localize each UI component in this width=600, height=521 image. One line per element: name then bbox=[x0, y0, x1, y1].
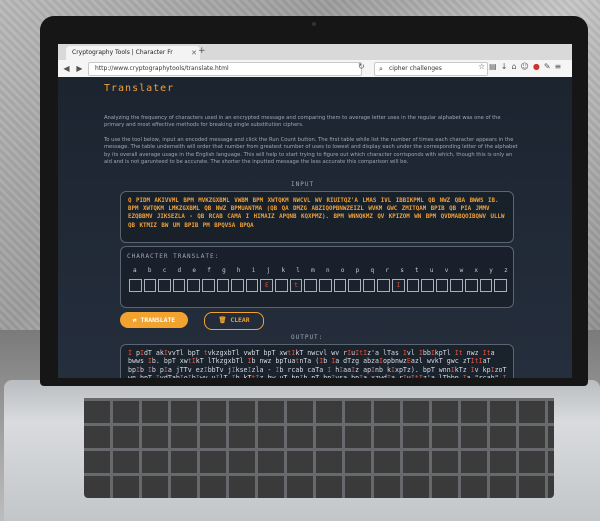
addon-icon[interactable]: ● bbox=[533, 62, 544, 71]
output-box: I pIdT akIvvTl bpT tvkzgxbTl vwbT bpT xw… bbox=[120, 344, 514, 378]
alphabet-letter: u bbox=[429, 267, 434, 274]
alphabet-letter: c bbox=[162, 267, 167, 274]
alphabet-letter: a bbox=[133, 267, 137, 274]
translation-cell-t[interactable] bbox=[406, 279, 420, 292]
translation-cell-r[interactable] bbox=[377, 279, 390, 292]
search-query: cipher challenges bbox=[389, 65, 442, 72]
translation-cells: Et I bbox=[129, 279, 507, 292]
tab-title: Cryptography Tools | Character Fr bbox=[72, 49, 173, 56]
translation-cell-f[interactable] bbox=[202, 279, 215, 292]
input-box[interactable]: Q PIDM AKIVVML BPM MVKZGXBML VWBM BPM XW… bbox=[120, 191, 514, 243]
extension-icon[interactable]: ✎ bbox=[544, 62, 555, 71]
translation-cell-e[interactable] bbox=[187, 279, 201, 292]
alphabet-letter: v bbox=[444, 267, 449, 274]
translation-cell-l[interactable]: t bbox=[289, 279, 303, 292]
alphabet-row: a b c d e f g h i j k l m n o p q r s t u v w x y z bbox=[133, 267, 508, 274]
browser-tab-strip: Cryptography Tools | Character Fr ✕ + bbox=[58, 44, 572, 60]
alphabet-letter: k bbox=[281, 267, 286, 274]
translation-cell-w[interactable] bbox=[450, 279, 464, 292]
translation-cell-p[interactable] bbox=[348, 279, 361, 292]
translation-cell-a[interactable] bbox=[129, 279, 142, 292]
page-content: Translater Analyzing the frequency of ch… bbox=[58, 77, 572, 378]
alphabet-letter: e bbox=[192, 267, 196, 274]
search-input[interactable]: ⌕ cipher challenges bbox=[374, 62, 488, 76]
home-icon[interactable]: ⌂ bbox=[511, 62, 520, 71]
laptop-bezel: Cryptography Tools | Character Fr ✕ + ◀ … bbox=[40, 16, 588, 386]
alphabet-letter: z bbox=[504, 267, 508, 274]
alphabet-letter: x bbox=[474, 267, 479, 274]
trash-icon: 🗑 bbox=[218, 316, 231, 324]
alphabet-letter: q bbox=[370, 267, 375, 274]
reader-icon[interactable]: ▤ bbox=[489, 62, 501, 71]
star-icon[interactable]: ☆ bbox=[478, 62, 489, 71]
laptop-screen: Cryptography Tools | Character Fr ✕ + ◀ … bbox=[58, 44, 572, 378]
laptop-base bbox=[4, 380, 600, 521]
translation-cell-y[interactable] bbox=[479, 279, 493, 292]
alphabet-letter: b bbox=[147, 267, 152, 274]
output-text: I pIdT akIvvTl bpT tvkzgxbTl vwbT bpT xw… bbox=[128, 349, 507, 378]
translation-cell-c[interactable] bbox=[158, 279, 171, 292]
share-icon[interactable]: ☺ bbox=[521, 62, 533, 71]
translation-cell-d[interactable] bbox=[172, 279, 186, 292]
character-translate-label: CHARACTER TRANSLATE: bbox=[127, 253, 220, 260]
alphabet-letter: m bbox=[311, 267, 315, 274]
clear-label: CLEAR bbox=[230, 316, 250, 324]
laptop-keyboard bbox=[84, 398, 554, 498]
search-icon: ⌕ bbox=[379, 65, 383, 73]
translation-cell-h[interactable] bbox=[231, 279, 244, 292]
alphabet-letter: l bbox=[296, 267, 300, 274]
output-label: OUTPUT: bbox=[291, 334, 324, 341]
download-icon[interactable]: ↓ bbox=[501, 62, 512, 71]
translate-button[interactable]: ⇄ TRANSLATE bbox=[120, 312, 188, 328]
alphabet-letter: i bbox=[251, 267, 256, 274]
instructions-paragraph: To use the tool below, input an encoded … bbox=[104, 137, 518, 166]
clear-button[interactable]: 🗑 CLEAR bbox=[204, 312, 264, 330]
translation-cell-m[interactable] bbox=[304, 279, 317, 292]
back-icon[interactable]: ◀ bbox=[60, 62, 73, 75]
translation-cell-k[interactable] bbox=[275, 279, 288, 292]
input-text: Q PIDM AKIVVML BPM MVKZGXBML VWBM BPM XW… bbox=[128, 198, 505, 229]
translation-cell-o[interactable] bbox=[333, 279, 347, 292]
browser-tab[interactable]: Cryptography Tools | Character Fr ✕ bbox=[66, 46, 200, 60]
translation-cell-i[interactable] bbox=[245, 279, 259, 292]
translation-cell-u[interactable] bbox=[421, 279, 434, 292]
alphabet-letter: j bbox=[266, 267, 271, 274]
input-label: INPUT bbox=[291, 181, 315, 188]
alphabet-letter: f bbox=[207, 267, 211, 274]
browser-tools: ☆▤↓⌂☺●✎≡ bbox=[478, 62, 565, 71]
alphabet-letter: s bbox=[400, 267, 404, 274]
reload-icon[interactable]: ↻ bbox=[358, 62, 365, 71]
translation-cell-x[interactable] bbox=[465, 279, 478, 292]
translation-cell-z[interactable] bbox=[494, 279, 507, 292]
alphabet-letter: t bbox=[415, 267, 419, 274]
translation-cell-g[interactable] bbox=[216, 279, 230, 292]
translation-cell-s[interactable]: I bbox=[391, 279, 405, 292]
translate-icon: ⇄ bbox=[132, 316, 141, 324]
alphabet-letter: g bbox=[222, 267, 226, 274]
webcam bbox=[312, 22, 316, 26]
alphabet-letter: r bbox=[385, 267, 389, 274]
translation-cell-q[interactable] bbox=[362, 279, 376, 292]
menu-icon[interactable]: ≡ bbox=[555, 62, 566, 71]
alphabet-letter: o bbox=[340, 267, 345, 274]
alphabet-letter: h bbox=[236, 267, 241, 274]
close-icon[interactable]: ✕ bbox=[191, 46, 197, 60]
alphabet-letter: n bbox=[325, 267, 330, 274]
address-bar[interactable]: http://www.cryptographytools/translate.h… bbox=[88, 62, 362, 76]
page-title: Translater bbox=[104, 83, 175, 94]
translation-cell-v[interactable] bbox=[435, 279, 449, 292]
character-translate-panel: CHARACTER TRANSLATE: a b c d e f g h i j k l m n o p q r s… bbox=[120, 246, 514, 308]
translation-cell-b[interactable] bbox=[143, 279, 157, 292]
intro-paragraph: Analyzing the frequency of characters us… bbox=[104, 115, 501, 129]
browser-toolbar: ◀ ▶ http://www.cryptographytools/transla… bbox=[58, 60, 572, 78]
alphabet-letter: p bbox=[355, 267, 360, 274]
translation-cell-j[interactable]: E bbox=[260, 279, 274, 292]
alphabet-letter: y bbox=[489, 267, 493, 274]
forward-icon[interactable]: ▶ bbox=[73, 62, 86, 75]
alphabet-letter: w bbox=[459, 267, 464, 274]
alphabet-letter: d bbox=[177, 267, 182, 274]
new-tab-icon[interactable]: + bbox=[198, 46, 206, 56]
translation-cell-n[interactable] bbox=[318, 279, 332, 292]
translate-label: TRANSLATE bbox=[140, 316, 176, 324]
